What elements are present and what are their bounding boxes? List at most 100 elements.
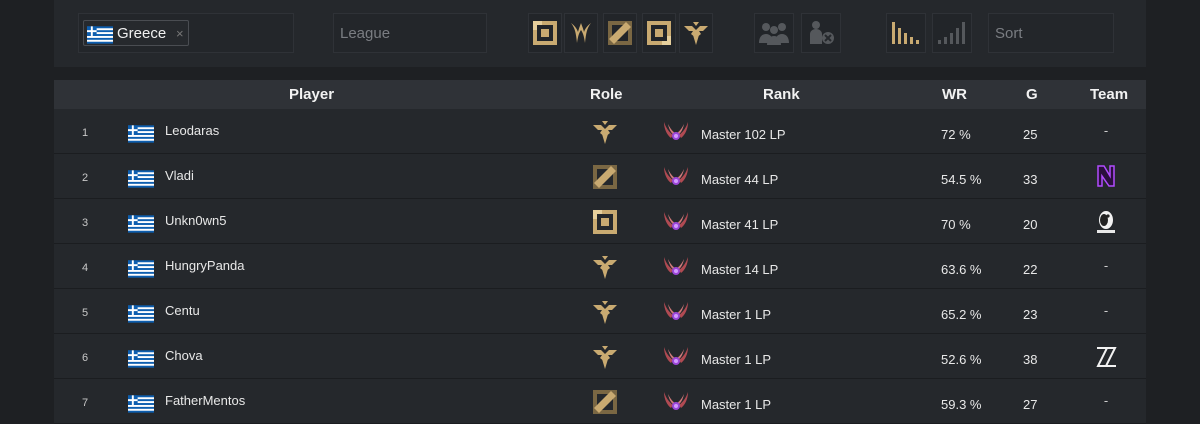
no-team: - bbox=[1094, 119, 1118, 143]
bot-lane-icon bbox=[646, 20, 672, 46]
win-rate: 52.6 % bbox=[941, 352, 982, 367]
games-played: 23 bbox=[1023, 307, 1038, 322]
rank-label: Master 41 LP bbox=[701, 217, 779, 232]
table-header: Player Role Rank WR G Team bbox=[54, 80, 1146, 109]
column-wr[interactable]: WR bbox=[942, 86, 967, 103]
team-logo-n[interactable] bbox=[1094, 164, 1118, 188]
greece-flag-icon bbox=[128, 170, 154, 191]
win-rate: 70 % bbox=[941, 217, 971, 232]
win-rate: 63.6 % bbox=[941, 262, 982, 277]
table-row[interactable]: 4 HungryPanda Master 14 LP 63.6 % 22 - bbox=[54, 244, 1146, 289]
master-rank-icon bbox=[662, 390, 690, 417]
in-team-icon bbox=[759, 23, 789, 45]
row-number: 4 bbox=[82, 262, 89, 274]
player-name[interactable]: Chova bbox=[165, 348, 203, 363]
close-icon[interactable]: × bbox=[176, 26, 184, 41]
no-team-dash: - bbox=[1103, 393, 1109, 408]
rank-label: Master 1 LP bbox=[701, 307, 772, 322]
greece-flag-icon bbox=[128, 395, 154, 416]
table-row[interactable]: 7 FatherMentos Master 1 LP 59.3 % 27 - bbox=[54, 379, 1146, 424]
table-row[interactable]: 3 Unkn0wn5 Master 41 LP 70 % 20 bbox=[54, 199, 1146, 244]
greece-flag-icon bbox=[128, 305, 154, 326]
support-icon bbox=[683, 20, 709, 46]
mid-lane-icon bbox=[592, 164, 618, 193]
column-player[interactable]: Player bbox=[289, 86, 334, 103]
player-name[interactable]: FatherMentos bbox=[165, 393, 245, 408]
rank-label: Master 102 LP bbox=[701, 127, 786, 142]
no-team-dash: - bbox=[1103, 303, 1109, 318]
country-filter[interactable]: Greece × bbox=[78, 13, 294, 53]
support-icon bbox=[592, 344, 618, 373]
leaderboard-table: Player Role Rank WR G Team 1 Leodaras Ma… bbox=[54, 80, 1146, 424]
team-logo-penguin[interactable] bbox=[1094, 209, 1118, 233]
games-played: 33 bbox=[1023, 172, 1038, 187]
league-filter[interactable] bbox=[333, 13, 487, 53]
no-team-dash: - bbox=[1103, 258, 1109, 273]
sort-descending-button[interactable] bbox=[886, 13, 926, 53]
player-name[interactable]: Vladi bbox=[165, 168, 194, 183]
player-name[interactable]: Unkn0wn5 bbox=[165, 213, 226, 228]
rank-label: Master 1 LP bbox=[701, 352, 772, 367]
no-team-dash: - bbox=[1103, 123, 1109, 138]
no-team-filter-button[interactable] bbox=[801, 13, 841, 53]
player-name[interactable]: Centu bbox=[165, 303, 200, 318]
master-rank-icon bbox=[662, 300, 690, 327]
no-team-icon bbox=[810, 21, 834, 44]
team-logo-z[interactable] bbox=[1094, 344, 1118, 368]
in-team-filter-button[interactable] bbox=[754, 13, 794, 53]
league-input[interactable] bbox=[334, 14, 486, 52]
games-played: 25 bbox=[1023, 127, 1038, 142]
mid-lane-icon bbox=[607, 20, 633, 46]
column-team[interactable]: Team bbox=[1090, 86, 1128, 103]
master-rank-icon bbox=[662, 120, 690, 147]
greece-flag-icon bbox=[128, 260, 154, 281]
games-played: 22 bbox=[1023, 262, 1038, 277]
win-rate: 65.2 % bbox=[941, 307, 982, 322]
mid-lane-icon bbox=[592, 389, 618, 418]
sort-ascending-icon bbox=[938, 22, 965, 44]
support-icon bbox=[592, 119, 618, 148]
row-number: 7 bbox=[82, 397, 89, 409]
greece-flag-icon bbox=[128, 215, 154, 236]
master-rank-icon bbox=[662, 210, 690, 237]
country-chip-label: Greece bbox=[117, 25, 167, 42]
rank-label: Master 14 LP bbox=[701, 262, 779, 277]
table-row[interactable]: 6 Chova Master 1 LP 52.6 % 38 bbox=[54, 334, 1146, 379]
sort-input[interactable] bbox=[989, 14, 1113, 52]
bot-lane-filter-button[interactable] bbox=[642, 13, 676, 53]
row-number: 1 bbox=[82, 127, 89, 139]
greece-flag-icon bbox=[128, 350, 154, 371]
master-rank-icon bbox=[662, 165, 690, 192]
sort-filter[interactable] bbox=[988, 13, 1114, 53]
greece-flag-icon bbox=[128, 125, 154, 146]
top-lane-icon bbox=[592, 209, 618, 238]
mid-lane-filter-button[interactable] bbox=[603, 13, 637, 53]
table-row[interactable]: 1 Leodaras Master 102 LP 72 % 25 - bbox=[54, 109, 1146, 154]
support-icon bbox=[592, 299, 618, 328]
support-icon bbox=[592, 254, 618, 283]
column-role[interactable]: Role bbox=[590, 86, 623, 103]
jungle-icon bbox=[568, 20, 594, 46]
support-filter-button[interactable] bbox=[679, 13, 713, 53]
jungle-filter-button[interactable] bbox=[564, 13, 598, 53]
sort-descending-icon bbox=[892, 22, 919, 44]
no-team: - bbox=[1094, 254, 1118, 278]
row-number: 3 bbox=[82, 217, 89, 229]
no-team: - bbox=[1094, 299, 1118, 323]
win-rate: 59.3 % bbox=[941, 397, 982, 412]
column-rank[interactable]: Rank bbox=[763, 86, 800, 103]
master-rank-icon bbox=[662, 345, 690, 372]
table-row[interactable]: 5 Centu Master 1 LP 65.2 % 23 - bbox=[54, 289, 1146, 334]
country-chip[interactable]: Greece × bbox=[83, 20, 189, 46]
player-name[interactable]: HungryPanda bbox=[165, 258, 245, 273]
master-rank-icon bbox=[662, 255, 690, 282]
row-number: 5 bbox=[82, 307, 89, 319]
top-lane-filter-button[interactable] bbox=[528, 13, 562, 53]
games-played: 20 bbox=[1023, 217, 1038, 232]
player-name[interactable]: Leodaras bbox=[165, 123, 219, 138]
sort-ascending-button[interactable] bbox=[932, 13, 972, 53]
table-row[interactable]: 2 Vladi Master 44 LP 54.5 % 33 bbox=[54, 154, 1146, 199]
top-lane-icon bbox=[532, 20, 558, 46]
win-rate: 54.5 % bbox=[941, 172, 982, 187]
column-games[interactable]: G bbox=[1026, 86, 1038, 103]
